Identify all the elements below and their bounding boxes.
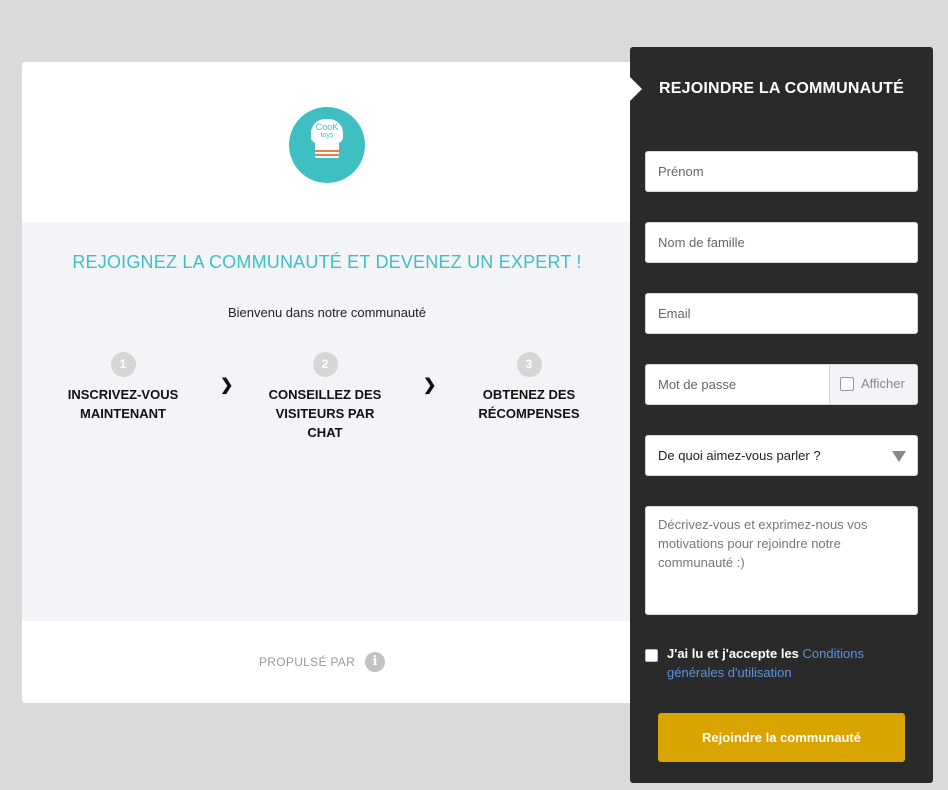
signup-panel: REJOINDRE LA COMMUNAUTÉ Afficher De quoi… xyxy=(630,47,933,783)
card-body: REJOIGNEZ LA COMMUNAUTÉ ET DEVENEZ UN EX… xyxy=(22,222,632,621)
card-header: CooK toys xyxy=(22,62,632,222)
topic-select[interactable]: De quoi aimez-vous parler ? xyxy=(645,435,918,476)
headline: REJOIGNEZ LA COMMUNAUTÉ ET DEVENEZ UN EX… xyxy=(72,252,582,272)
step-number: 1 xyxy=(110,352,136,377)
show-password-label: Afficher xyxy=(861,376,905,391)
caret-down-icon xyxy=(892,451,906,462)
terms-label: J'ai lu et j'accepte les xyxy=(667,646,803,661)
step-1: 1 INSCRIVEZ-VOUS MAINTENANT xyxy=(48,352,198,423)
motivation-textarea[interactable] xyxy=(645,506,918,615)
terms-checkbox[interactable] xyxy=(645,649,658,662)
email-input[interactable] xyxy=(645,293,918,334)
powered-by-text: PROPULSÉ PAR xyxy=(259,655,356,669)
community-info-card: CooK toys REJOIGNEZ LA COMMUNAUTÉ ET DEV… xyxy=(22,62,632,703)
step-label: OBTENEZ DES RÉCOMPENSES xyxy=(478,387,580,421)
first-name-input[interactable] xyxy=(645,151,918,192)
step-label: INSCRIVEZ-VOUS MAINTENANT xyxy=(67,387,179,421)
card-footer: PROPULSÉ PAR i xyxy=(22,621,632,703)
password-input[interactable] xyxy=(646,365,829,404)
chevron-right-icon: ❯ xyxy=(423,377,437,394)
topic-select-value: De quoi aimez-vous parler ? xyxy=(658,448,821,463)
chevron-right-icon: ❯ xyxy=(220,377,234,394)
step-3: 3 OBTENEZ DES RÉCOMPENSES xyxy=(454,352,604,423)
panel-pointer xyxy=(630,77,642,101)
join-community-button[interactable]: Rejoindre la communauté xyxy=(658,713,905,762)
password-field: Afficher xyxy=(645,364,918,405)
step-label: CONSEILLEZ DES VISITEURS PAR CHAT xyxy=(268,387,382,440)
cooktoys-logo: CooK toys xyxy=(289,107,365,183)
step-number: 2 xyxy=(312,352,338,377)
last-name-input[interactable] xyxy=(645,222,918,263)
panel-title: REJOINDRE LA COMMUNAUTÉ xyxy=(659,80,904,97)
info-logo-icon[interactable]: i xyxy=(365,652,385,672)
step-2: 2 CONSEILLEZ DES VISITEURS PAR CHAT xyxy=(250,352,400,442)
show-password-checkbox[interactable] xyxy=(840,377,854,391)
welcome-text: Bienvenu dans notre communauté xyxy=(227,305,426,320)
step-number: 3 xyxy=(516,352,542,377)
chef-hat-icon: CooK toys xyxy=(311,119,343,161)
show-password-toggle[interactable]: Afficher xyxy=(829,365,917,404)
terms-text: J'ai lu et j'accepte les Conditions géné… xyxy=(667,644,917,682)
